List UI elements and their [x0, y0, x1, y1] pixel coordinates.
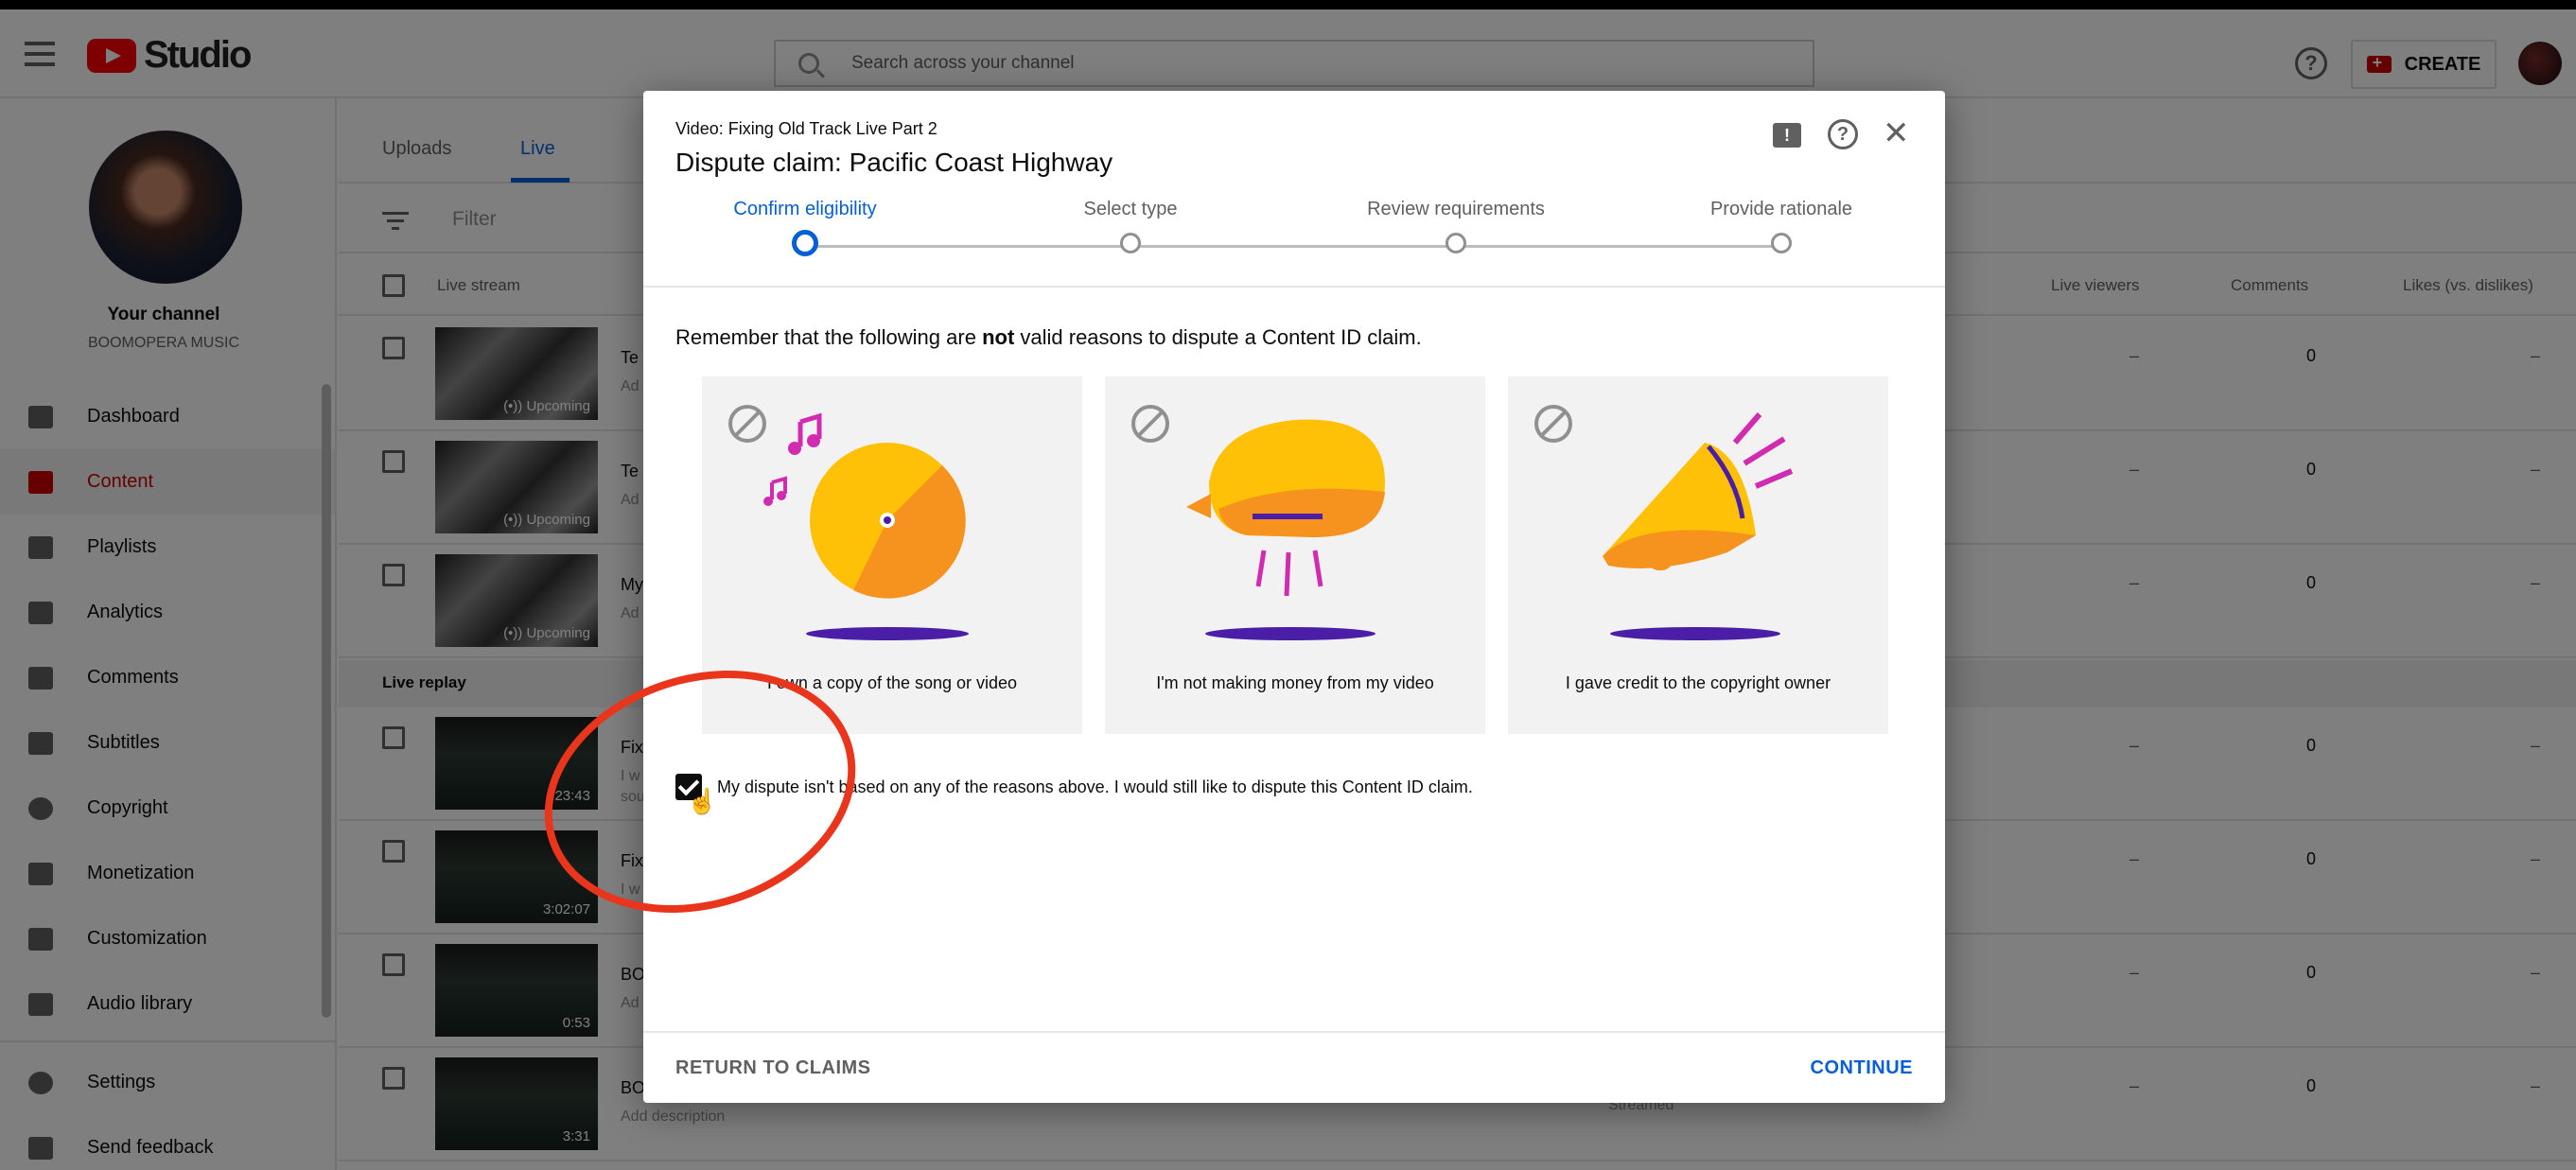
stepper-line: [804, 245, 1780, 248]
continue-button[interactable]: CONTINUE: [1811, 1057, 1913, 1079]
piggy-bank-icon: [1131, 405, 1385, 640]
step-provide-rationale: Provide rationale: [1639, 199, 1923, 253]
reason-card-label: I gave credit to the copyright owner: [1565, 673, 1831, 692]
reason-card-not-monetizing: I'm not making money from my video: [1105, 376, 1485, 734]
step-indicator: [1120, 233, 1141, 253]
note-emphasis: not: [982, 325, 1015, 349]
invalid-reasons-note: Remember that the following are not vali…: [675, 325, 1422, 350]
reason-card-gave-credit: I gave credit to the copyright owner: [1508, 376, 1888, 734]
step-indicator: [792, 230, 818, 256]
note-suffix: valid reasons to dispute a Content ID cl…: [1014, 325, 1422, 349]
return-to-claims-button[interactable]: RETURN TO CLAIMS: [675, 1057, 871, 1079]
step-review-requirements: Review requirements: [1314, 199, 1598, 253]
help-icon[interactable]: ?: [1828, 119, 1858, 149]
megaphone-icon: [1534, 405, 1794, 640]
note-prefix: Remember that the following are: [675, 325, 983, 349]
close-icon[interactable]: ✕: [1883, 117, 1910, 149]
reason-card-label: I'm not making money from my video: [1156, 673, 1434, 692]
dialog-title: Dispute claim: Pacific Coast Highway: [675, 148, 1113, 177]
step-indicator: [1446, 233, 1466, 253]
feedback-icon[interactable]: !: [1773, 123, 1801, 148]
step-label: Select type: [1083, 199, 1178, 219]
step-label: Review requirements: [1367, 199, 1545, 219]
step-label: Provide rationale: [1709, 199, 1853, 219]
step-label: Confirm eligibility: [733, 199, 877, 219]
step-select-type: Select type: [989, 199, 1272, 253]
dispute-stepper: Confirm eligibility Select type Review r…: [643, 199, 1945, 288]
dialog-footer: RETURN TO CLAIMS CONTINUE: [643, 1031, 1945, 1103]
vinyl-record-icon: [728, 405, 969, 640]
dispute-claim-dialog: Video: Fixing Old Track Live Part 2 Disp…: [643, 91, 1945, 1103]
dialog-video-subtitle: Video: Fixing Old Track Live Part 2: [675, 119, 938, 138]
invalid-reason-cards: I own a copy of the song or video I'm no…: [702, 376, 1888, 734]
step-indicator: [1771, 233, 1792, 253]
step-confirm-eligibility: Confirm eligibility: [663, 199, 947, 256]
